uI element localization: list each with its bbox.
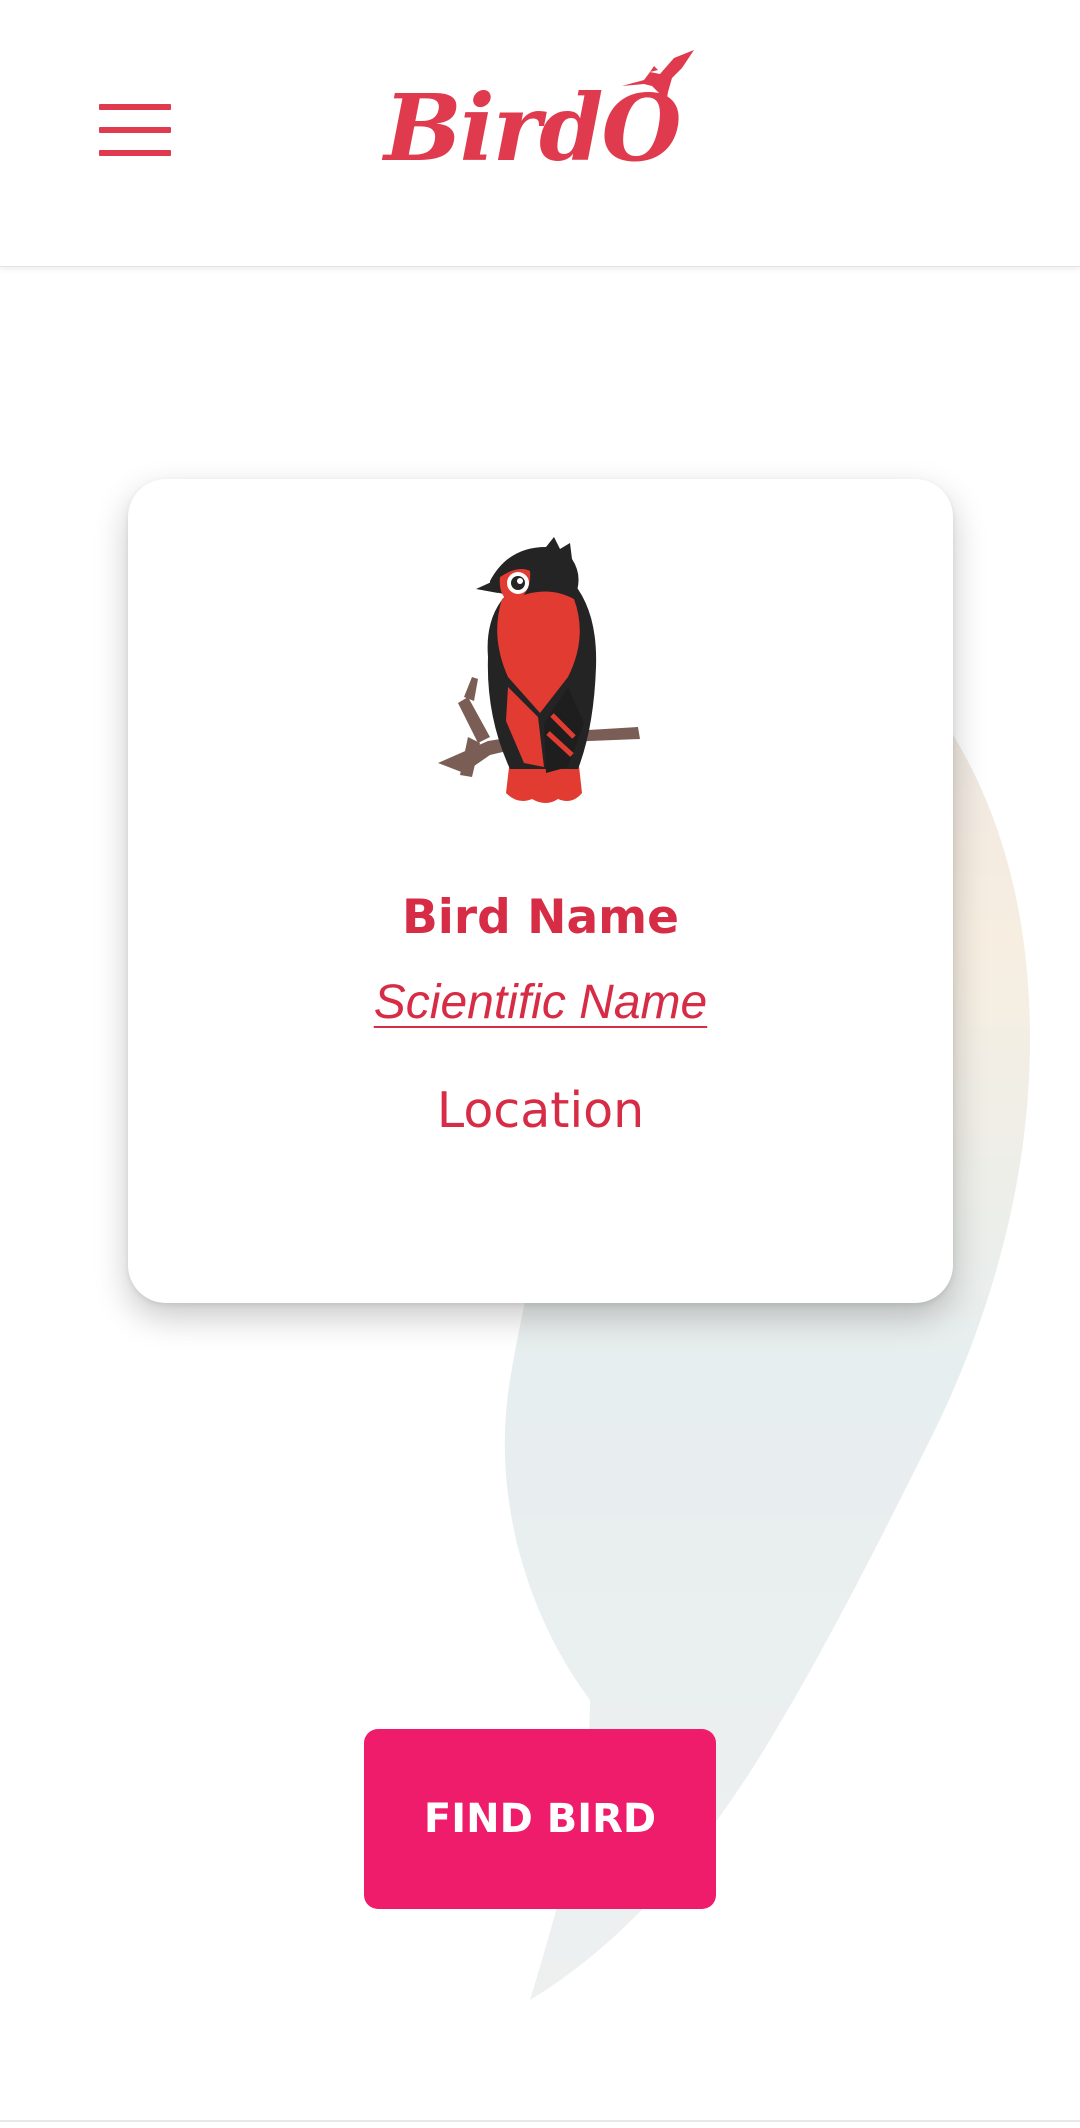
bird-illustration-icon <box>438 537 640 803</box>
app-screen: BirdO Bird Name Scientific Name Location… <box>0 0 1080 2128</box>
find-bird-button[interactable]: FIND BIRD <box>364 1729 716 1909</box>
hamburger-menu-icon[interactable] <box>99 104 171 156</box>
app-header: BirdO <box>0 0 1080 267</box>
scientific-name[interactable]: Scientific Name <box>374 976 707 1029</box>
app-logo: BirdO <box>380 40 700 190</box>
scientific-name-link[interactable]: Scientific Name <box>128 979 953 1027</box>
hummingbird-icon <box>622 50 694 120</box>
bird-name: Bird Name <box>401 890 680 945</box>
bottom-divider <box>0 2120 1080 2122</box>
bird-location: Location <box>436 1082 645 1139</box>
bird-card: Bird Name Scientific Name Location <box>128 479 953 1303</box>
